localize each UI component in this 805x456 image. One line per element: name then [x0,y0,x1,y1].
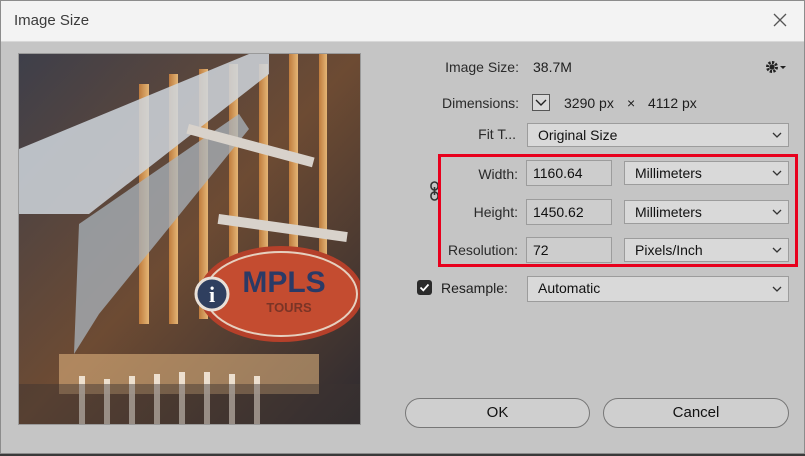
fit-to-select[interactable]: Original Size [527,123,789,147]
resample-select[interactable]: Automatic [527,276,789,302]
resolution-unit-select[interactable]: Pixels/Inch [624,238,789,262]
close-icon [773,13,787,27]
image-size-value: 38.7M [533,59,572,75]
fit-to-label: Fit T... [478,126,516,142]
resample-value: Automatic [538,280,601,296]
dimensions-label: Dimensions: [441,95,519,111]
sign-subtext: TOURS [266,300,312,315]
chevron-down-icon [535,99,547,106]
dimensions-unit-toggle[interactable] [532,94,550,111]
resample-label: Resample: [441,280,508,296]
dimensions-times: × [627,95,636,111]
width-label: Width: [478,166,518,182]
gear-icon [766,61,786,73]
chevron-down-icon [772,286,782,292]
resolution-unit-value: Pixels/Inch [635,242,703,258]
settings-button[interactable] [764,58,788,76]
chevron-down-icon [772,247,782,253]
fit-to-value: Original Size [538,127,618,143]
height-input[interactable] [526,199,612,225]
checkmark-icon [419,283,430,292]
resample-checkbox[interactable] [417,280,432,295]
link-icon[interactable] [428,181,442,201]
resolution-label: Resolution: [447,242,518,258]
window-title: Image Size [14,12,90,29]
height-unit-select[interactable]: Millimeters [624,200,789,224]
preview-photo: i MPLS TOURS [19,54,360,424]
sign-text: MPLS [242,266,325,299]
ok-button[interactable]: OK [405,398,590,428]
height-unit-value: Millimeters [635,204,702,220]
dimensions-width: 3290 px [564,95,614,111]
close-button[interactable] [767,9,793,33]
width-input[interactable] [526,160,612,186]
width-unit-select[interactable]: Millimeters [624,161,789,185]
resolution-input[interactable] [526,237,612,263]
chevron-down-icon [772,132,782,138]
height-label: Height: [473,204,518,220]
cancel-button[interactable]: Cancel [603,398,789,428]
title-bar: Image Size [1,1,804,42]
chevron-down-icon [772,170,782,176]
image-size-label: Image Size: [445,59,519,75]
image-preview[interactable]: i MPLS TOURS [18,53,361,425]
width-unit-value: Millimeters [635,165,702,181]
dimensions-height: 4112 px [648,95,697,111]
sign-info-letter: i [209,282,215,307]
chevron-down-icon [772,209,782,215]
image-size-dialog: Image Size i MPLS TOURS Image Size: 38.7… [0,0,805,454]
